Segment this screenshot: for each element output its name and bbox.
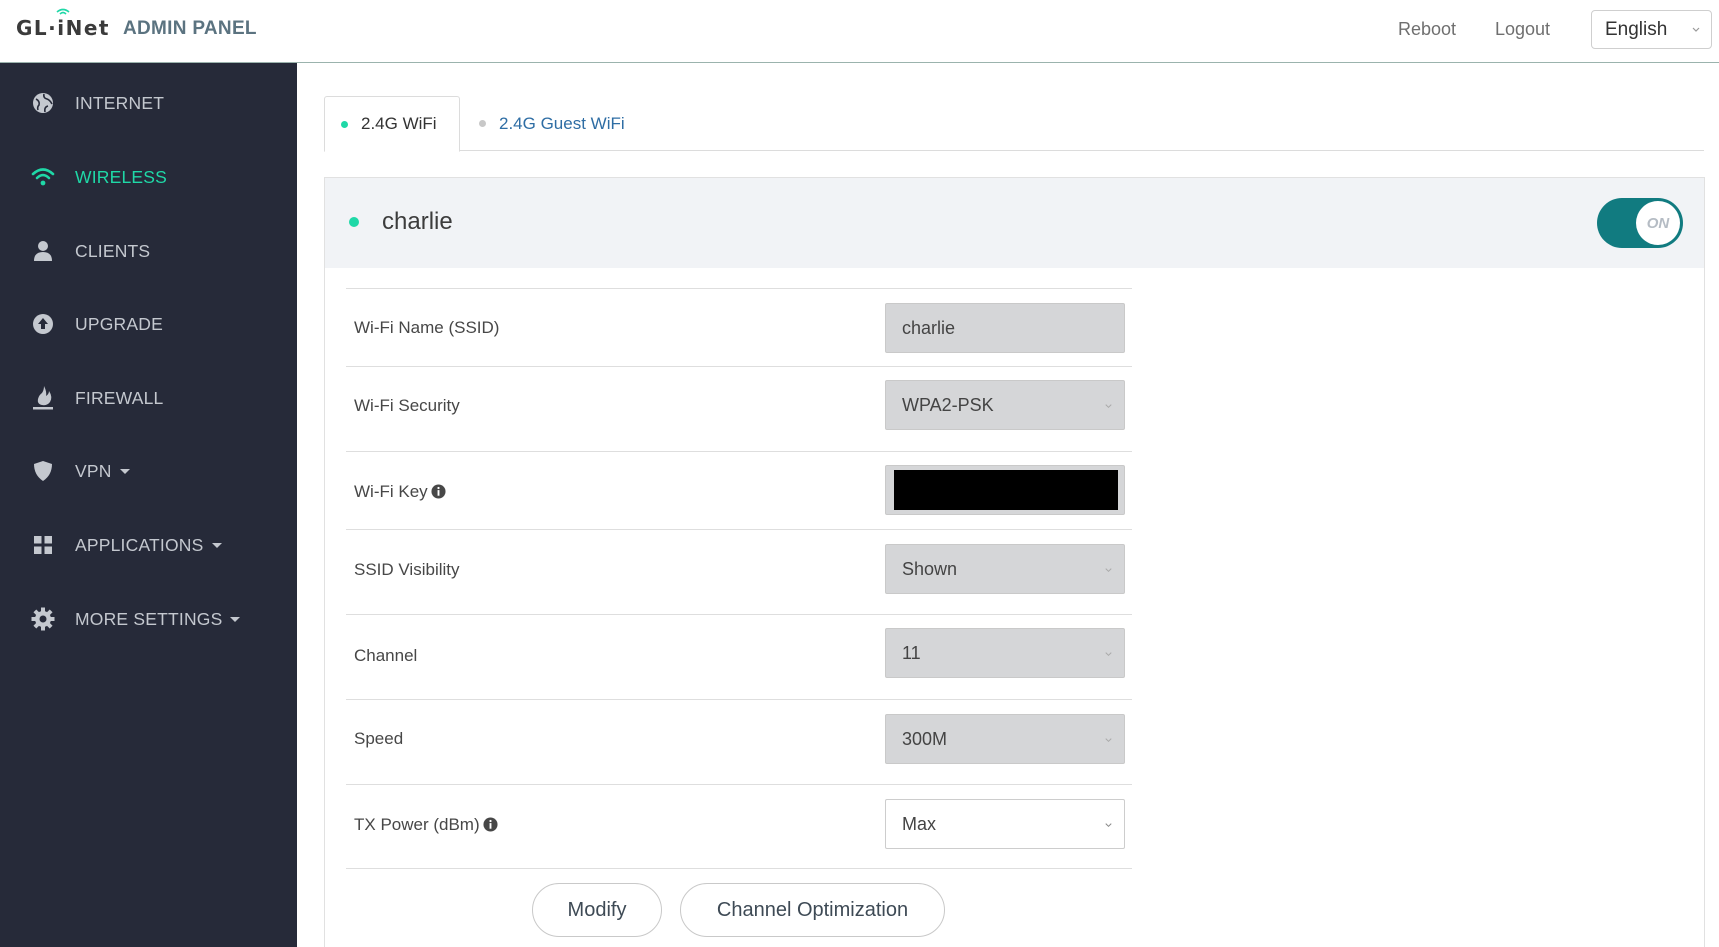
sidebar-item-label: INTERNET [75, 92, 165, 113]
chevron-down-icon [1105, 823, 1112, 828]
ssid-visibility-select[interactable]: Shown [885, 544, 1125, 594]
row-speed: Speed 300M [346, 699, 1132, 784]
row-wifi-key: Wi-Fi Key [346, 451, 1132, 529]
tab-24g-wifi[interactable]: 2.4G WiFi [324, 96, 460, 152]
security-select[interactable]: WPA2-PSK [885, 380, 1125, 430]
sidebar-item-wireless[interactable]: WIRELESS [0, 152, 297, 202]
field-label: SSID Visibility [354, 560, 460, 579]
redacted-key [894, 470, 1118, 510]
tab-status-dot [479, 120, 486, 127]
panel-header: charlie ON [325, 178, 1704, 268]
globe-icon [31, 91, 55, 115]
logo: GL·iNet [16, 8, 110, 40]
ssid-value: charlie [902, 317, 956, 338]
shield-icon [31, 459, 55, 483]
sidebar-item-label: CLIENTS [75, 240, 151, 261]
grid-icon [31, 533, 55, 557]
wifi-key-input[interactable] [885, 465, 1125, 515]
chevron-down-icon [1692, 27, 1700, 32]
caret-down-icon [211, 543, 222, 549]
channel-select[interactable]: 11 [885, 628, 1125, 678]
sidebar-item-label: MORE SETTINGS [75, 609, 241, 630]
row-tx-power: TX Power (dBm) Max [346, 784, 1132, 869]
logo-text: GL·iNet [16, 16, 110, 40]
top-header: GL·iNet ADMIN PANEL Reboot Logout Englis… [0, 0, 1719, 63]
tab-label: 2.4G WiFi [361, 114, 437, 133]
user-icon [31, 239, 55, 263]
tab-24g-guest-wifi[interactable]: 2.4G Guest WiFi [479, 96, 625, 151]
sidebar-item-label: FIREWALL [75, 387, 164, 408]
info-icon [431, 484, 446, 499]
chevron-down-icon [1105, 652, 1112, 657]
logout-link[interactable]: Logout [1495, 19, 1550, 40]
wifi-enable-toggle[interactable]: ON [1597, 198, 1683, 248]
sidebar-item-firewall[interactable]: FIREWALL [0, 373, 297, 423]
sidebar-item-label: VPN [75, 461, 130, 482]
tx-power-select[interactable]: Max [885, 799, 1125, 849]
field-label: Speed [354, 729, 404, 748]
info-icon [483, 817, 498, 832]
sidebar-item-upgrade[interactable]: UPGRADE [0, 299, 297, 349]
field-label: Wi-Fi Name (SSID) [354, 318, 500, 337]
security-value: WPA2-PSK [902, 394, 994, 415]
sidebar-item-applications[interactable]: APPLICATIONS [0, 520, 297, 570]
caret-down-icon [230, 617, 241, 623]
speed-value: 300M [902, 728, 948, 749]
ssid-input[interactable]: charlie [885, 303, 1125, 353]
tx-power-value: Max [902, 813, 937, 834]
tab-status-dot [341, 120, 348, 128]
toggle-label: ON [1646, 214, 1670, 232]
sidebar-item-clients[interactable]: CLIENTS [0, 226, 297, 276]
chevron-down-icon [1105, 404, 1112, 409]
toggle-knob: ON [1636, 201, 1680, 245]
wifi-panel: charlie ON Wi-Fi Name (SSID) charlie Wi-… [324, 177, 1705, 947]
sidebar-item-label: APPLICATIONS [75, 535, 222, 556]
modify-button[interactable]: Modify [532, 883, 662, 937]
admin-panel-title: ADMIN PANEL [123, 18, 257, 39]
status-dot [349, 217, 359, 227]
tab-label: 2.4G Guest WiFi [499, 113, 625, 133]
chevron-down-icon [1105, 738, 1112, 743]
row-ssid: Wi-Fi Name (SSID) charlie [346, 288, 1132, 366]
sidebar-item-more-settings[interactable]: MORE SETTINGS [0, 594, 297, 644]
chevron-down-icon [1105, 568, 1112, 573]
sidebar: INTERNET WIRELESS CLIENTS UPGRADE FIREWA… [0, 63, 297, 947]
logo-wifi-icon [56, 8, 70, 15]
channel-optimization-button[interactable]: Channel Optimization [680, 883, 945, 937]
sidebar-item-label: WIRELESS [75, 166, 168, 187]
field-label: Wi-Fi Security [354, 396, 460, 415]
field-label: Wi-Fi Key [354, 482, 446, 502]
field-label: Channel [354, 646, 418, 665]
language-value: English [1605, 18, 1668, 40]
row-security: Wi-Fi Security WPA2-PSK [346, 366, 1132, 451]
sidebar-item-vpn[interactable]: VPN [0, 446, 297, 496]
wifi-tabs: 2.4G WiFi 2.4G Guest WiFi [324, 96, 1704, 152]
wifi-icon [31, 165, 55, 189]
field-label: TX Power (dBm) [354, 815, 498, 835]
row-channel: Channel 11 [346, 614, 1132, 699]
wifi-settings-form: Wi-Fi Name (SSID) charlie Wi-Fi Security… [346, 288, 1132, 869]
upload-icon [31, 312, 55, 336]
flame-icon [31, 386, 55, 410]
speed-select[interactable]: 300M [885, 714, 1125, 764]
ssid-title: charlie [382, 208, 453, 235]
caret-down-icon [119, 469, 130, 475]
reboot-link[interactable]: Reboot [1398, 19, 1456, 40]
sidebar-item-label: UPGRADE [75, 313, 163, 334]
row-ssid-visibility: SSID Visibility Shown [346, 529, 1132, 614]
gear-icon [31, 607, 55, 631]
channel-value: 11 [902, 642, 921, 663]
sidebar-item-internet[interactable]: INTERNET [0, 78, 297, 128]
language-select[interactable]: English [1591, 10, 1712, 49]
visibility-value: Shown [902, 558, 958, 579]
